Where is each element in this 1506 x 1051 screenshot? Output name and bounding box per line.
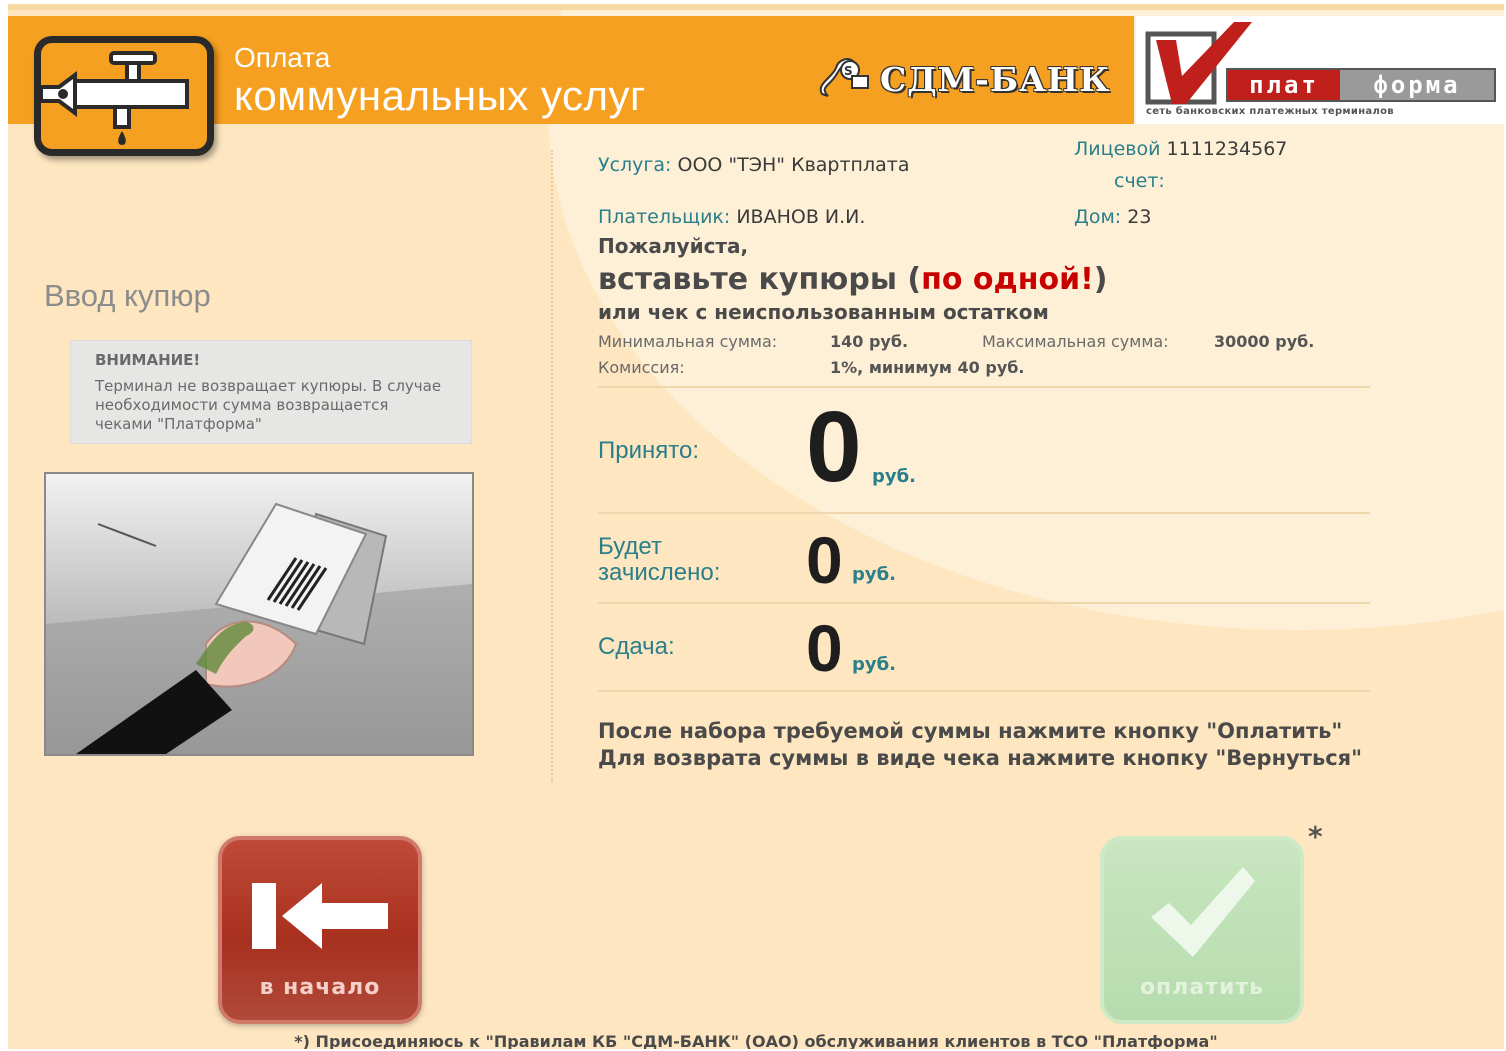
sdm-bank-emblem-icon: S (819, 58, 869, 97)
pay-button[interactable]: оплатить (1100, 836, 1304, 1024)
account-label-2: счет: (1114, 170, 1165, 192)
min-sum-label: Минимальная сумма: (598, 332, 778, 351)
insert-bills-prompt: вставьте купюры (по одной!) (598, 262, 1108, 297)
header-title: коммунальных услуг (234, 72, 646, 119)
home-button-label: в начало (259, 975, 381, 1000)
arrow-left-to-bar-icon (252, 883, 388, 949)
payer-label: Плательщик: (598, 206, 731, 228)
terminal-screen: Оплата коммунальных услуг S СДМ-БАНК пла… (8, 4, 1504, 1049)
limits-block: Минимальная сумма: 140 руб. Максимальная… (598, 332, 1378, 384)
change-label: Сдача: (598, 633, 675, 660)
warning-text: Терминал не возвращает купюры. В случае … (95, 377, 442, 433)
separator (598, 690, 1370, 692)
credited-label: Будет зачислено: (598, 533, 721, 586)
column-divider (551, 150, 553, 782)
warning-box: ВНИМАНИЕ! Терминал не возвращает купюры.… (70, 340, 472, 444)
one-at-a-time-text: по одной! (921, 262, 1094, 297)
platforma-wordmark-part2: форма (1340, 70, 1494, 100)
account-value: 1111234567 (1166, 138, 1288, 160)
change-currency: руб. (852, 654, 897, 675)
instruction-pay: После набора требуемой суммы нажмите кно… (598, 719, 1343, 743)
payer-value: ИВАНОВ И.И. (736, 206, 866, 228)
accepted-currency: руб. (872, 466, 917, 487)
service-label: Услуга: (598, 154, 672, 176)
separator (598, 512, 1370, 514)
service-line: Услуга: ООО "ТЭН" Квартплата (598, 154, 909, 176)
change-value: 0 (806, 611, 843, 685)
separator (598, 386, 1370, 388)
platforma-wordmark-part1: плат (1228, 70, 1340, 100)
max-sum-label: Максимальная сумма: (982, 332, 1169, 351)
account-label: Лицевой (1074, 138, 1161, 160)
house-value: 23 (1127, 206, 1152, 228)
platforma-wordmark: плат форма (1226, 68, 1496, 102)
payer-line: Плательщик: ИВАНОВ И.И. (598, 206, 865, 228)
house-label: Дом: (1074, 206, 1122, 228)
platforma-logo: плат форма сеть банковских платежных тер… (1136, 16, 1504, 124)
close-paren: ) (1093, 262, 1108, 297)
instruction-return: Для возврата суммы в виде чека нажмите к… (598, 746, 1363, 770)
platforma-tagline: сеть банковских платежных терминалов (1146, 106, 1394, 117)
accepted-value: 0 (806, 391, 862, 503)
separator (598, 602, 1370, 604)
section-title: Ввод купюр (44, 278, 211, 313)
credited-value: 0 (806, 523, 843, 597)
or-check-text: или чек с неиспользованным остатком (598, 300, 1049, 324)
home-button[interactable]: в начало (218, 836, 422, 1024)
header-title-small: Оплата (234, 42, 331, 73)
footer-terms: *) Присоединяюсь к "Правилам КБ "СДМ-БАН… (294, 1032, 1218, 1049)
footnote-asterisk: * (1308, 820, 1323, 853)
credited-currency: руб. (852, 564, 897, 585)
commission-label: Комиссия: (598, 358, 685, 377)
bank-name: СДМ-БАНК (880, 59, 1111, 99)
checkmark-icon (1151, 867, 1255, 957)
accepted-label: Принято: (598, 437, 699, 464)
commission-value: 1%, минимум 40 руб. (830, 358, 1025, 377)
bill-insert-illustration (44, 472, 474, 756)
max-sum-value: 30000 руб. (1214, 332, 1315, 351)
service-value: ООО "ТЭН" Квартплата (677, 154, 910, 176)
sdm-bank-logo: S СДМ-БАНК (814, 54, 1110, 104)
house-line: Дом: 23 (1074, 206, 1151, 228)
water-tap-icon (34, 36, 214, 156)
account-line: Лицевой 1111234567 счет: (1074, 138, 1334, 192)
min-sum-value: 140 руб. (830, 332, 909, 351)
insert-bills-text: вставьте купюры ( (598, 262, 922, 297)
please-text: Пожалуйста, (598, 234, 749, 258)
pay-button-label: оплатить (1139, 975, 1265, 1000)
instructions: После набора требуемой суммы нажмите кно… (598, 718, 1362, 772)
warning-title: ВНИМАНИЕ! (95, 351, 201, 369)
